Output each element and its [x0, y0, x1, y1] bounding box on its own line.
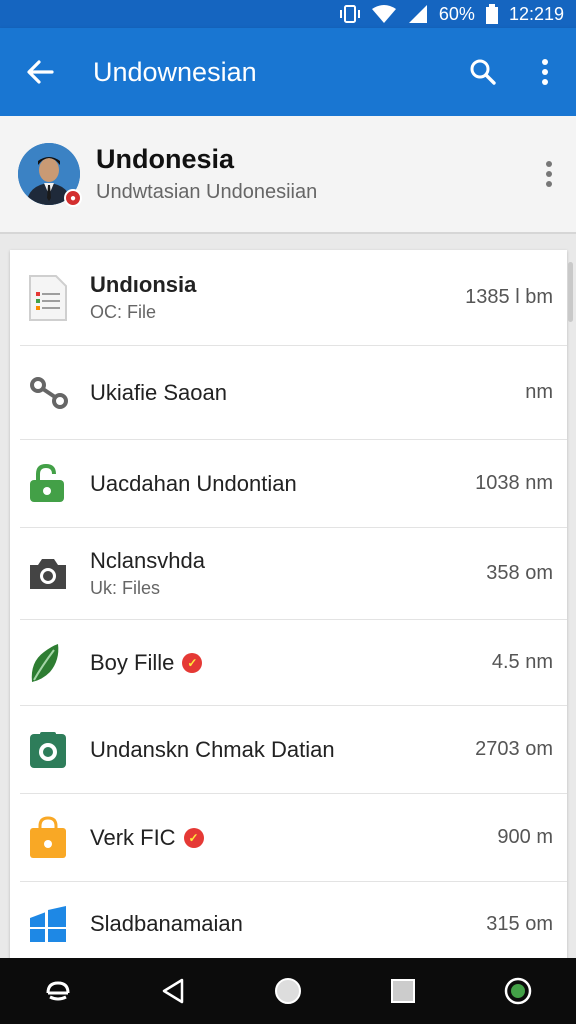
home-circle-icon [274, 978, 301, 1004]
item-subtitle: OC: File [90, 302, 157, 322]
document-icon [29, 274, 67, 321]
search-icon [470, 59, 496, 85]
vibrate-icon [339, 5, 360, 23]
item-title: Undanskn Chmak Datian [90, 736, 335, 762]
more-vert-icon [542, 59, 548, 85]
app-bar: Undownesian [0, 28, 576, 116]
overflow-menu-button[interactable] [514, 28, 576, 116]
leaf-icon [31, 643, 59, 682]
rotate-icon [46, 981, 70, 1001]
battery-percent: 60% [438, 3, 475, 24]
status-bar: 60% 12:219 [0, 0, 576, 28]
list-item[interactable]: Undanskn Chmak Datian 2703 om [20, 706, 567, 794]
item-size: 1385 l bm [465, 286, 553, 308]
avatar-badge: ● [64, 189, 82, 207]
item-size: 358 om [486, 562, 553, 584]
photo-icon [30, 731, 66, 768]
avatar[interactable]: ● [18, 143, 82, 207]
item-title: Nclansvhda [90, 548, 205, 573]
profile-subtitle: Undwtasian Undonesiian [96, 181, 318, 203]
unlock-icon [30, 463, 64, 502]
recents-button[interactable] [371, 959, 435, 1023]
list-item[interactable]: Ukiafie Saoan nm [20, 346, 567, 440]
item-title: Sladbanamaian [90, 911, 243, 936]
back-button[interactable] [0, 28, 80, 116]
app-bar-title: Undownesian [93, 56, 257, 87]
item-title: Boy Fille [90, 649, 175, 675]
item-title: Verk FIC [90, 824, 176, 850]
item-size: 900 m [497, 826, 553, 848]
recents-square-icon [391, 979, 416, 1003]
list-item[interactable]: Boy Fille ✓ 4.5 nm [20, 620, 567, 706]
item-title: Ukiafie Saoan [90, 379, 227, 405]
home-button[interactable] [256, 959, 320, 1023]
list-item[interactable]: Verk FIC ✓ 900 m [20, 794, 567, 882]
item-title: Undıonsia [90, 272, 197, 297]
clock: 12:219 [508, 3, 564, 24]
list-item[interactable]: Sladbanamaian 315 om [20, 882, 567, 960]
back-nav-button[interactable] [141, 959, 205, 1023]
wifi-icon [371, 5, 396, 23]
search-button[interactable] [452, 28, 514, 116]
file-list: Undıonsia OC: File 1385 l bm Ukiafie Sao… [10, 250, 567, 960]
bag-icon [30, 815, 66, 858]
navigation-bar [0, 958, 576, 1024]
item-size: 4.5 nm [491, 651, 553, 673]
arrow-left-icon [27, 60, 54, 84]
item-size: 315 om [486, 912, 553, 935]
profile-name: Undonesia [96, 144, 235, 174]
signal-icon [408, 5, 427, 23]
rotate-button[interactable] [26, 959, 90, 1023]
item-size: nm [525, 381, 553, 403]
profile-header: ● Undonesia Undwtasian Undonesiian [0, 116, 576, 234]
profile-menu-button[interactable] [522, 160, 576, 188]
scrollbar[interactable] [568, 262, 573, 322]
list-item[interactable]: Undıonsia OC: File 1385 l bm [20, 250, 567, 346]
windows-icon [30, 906, 66, 942]
link-icon [30, 376, 68, 409]
assistant-icon [505, 977, 532, 1005]
verified-badge-icon: ✓ [182, 652, 203, 673]
list-item[interactable]: Nclansvhda Uk: Files 358 om [20, 528, 567, 620]
item-size: 1038 nm [475, 472, 553, 494]
assistant-button[interactable] [486, 959, 550, 1023]
camera-icon [30, 558, 66, 589]
item-size: 2703 om [475, 738, 553, 760]
battery-icon [485, 4, 498, 24]
more-vert-icon [546, 161, 552, 187]
back-triangle-icon [162, 978, 184, 1004]
item-subtitle: Uk: Files [90, 578, 161, 598]
verified-badge-icon: ✓ [183, 827, 204, 848]
item-title: Uacdahan Undontian [90, 470, 297, 496]
list-item[interactable]: Uacdahan Undontian 1038 nm [20, 440, 567, 528]
